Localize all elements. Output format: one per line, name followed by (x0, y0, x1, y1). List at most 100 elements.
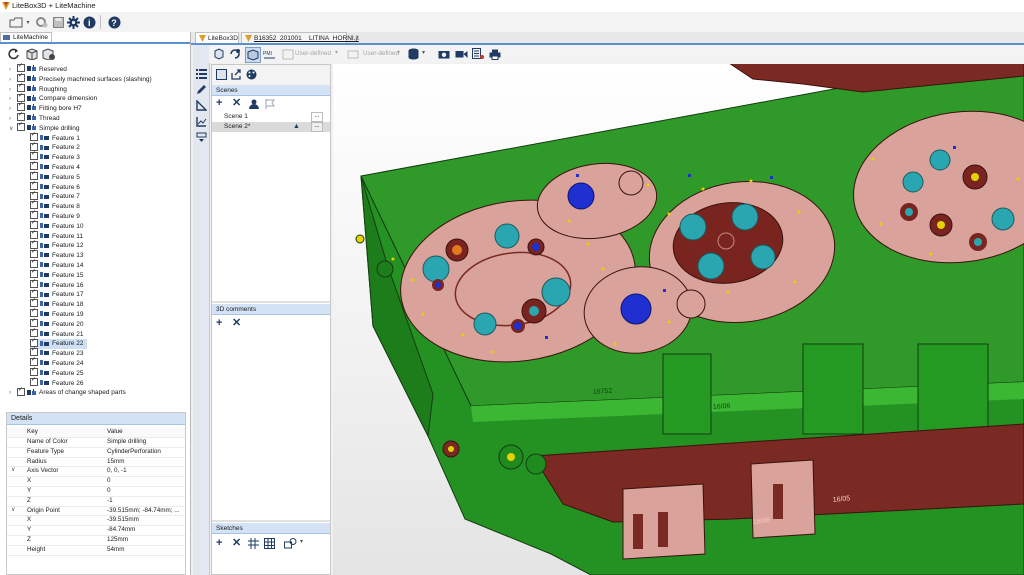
tree-item-feature[interactable]: Feature 20 (30, 317, 83, 330)
tree-item-category[interactable]: › Areas of change shaped parts (9, 386, 126, 399)
checkbox[interactable] (30, 258, 38, 269)
scene-export-button[interactable] (230, 68, 242, 80)
record-button[interactable] (454, 47, 468, 61)
3d-model-render[interactable]: 16/06 16752 16/05 16/06 (333, 64, 1024, 575)
scene-user-button[interactable] (248, 98, 259, 109)
export-button[interactable] (471, 47, 485, 61)
view-preset-2-select[interactable]: User-defined (363, 50, 399, 57)
checkbox[interactable] (30, 190, 38, 200)
pmi-button[interactable] (195, 131, 207, 143)
checkbox[interactable] (30, 160, 38, 171)
checkbox[interactable] (30, 356, 38, 367)
tab-litebox3d[interactable]: LiteBox3D (195, 32, 239, 43)
open-folder-button[interactable] (8, 15, 24, 29)
checkbox[interactable] (30, 199, 38, 210)
info-button[interactable]: i (82, 15, 96, 29)
tree-item-feature[interactable]: Feature 22 (30, 337, 88, 350)
scene-options-button[interactable]: ... (311, 112, 323, 122)
list-view-button[interactable] (195, 67, 207, 79)
checkbox[interactable] (30, 268, 38, 279)
open-dropdown-chevron-icon[interactable]: ▾ (24, 15, 32, 29)
scene-item[interactable]: Scene 1 ... (212, 112, 330, 122)
checkbox[interactable] (17, 101, 25, 112)
fit-view-button[interactable] (212, 47, 226, 61)
delete-sketch-button[interactable]: ✕ (232, 537, 241, 549)
dimension-button[interactable]: PMI (262, 47, 276, 61)
view-preset-1-select[interactable]: User-defined (295, 50, 331, 57)
tree-item-feature[interactable]: Feature 13 (30, 248, 83, 261)
print-button[interactable] (488, 47, 502, 61)
splitter[interactable] (212, 520, 330, 522)
checkbox[interactable] (30, 170, 38, 181)
rotate-view-button[interactable] (228, 47, 242, 61)
tree-item-feature[interactable]: Feature 19 (30, 307, 83, 320)
tree-item-feature[interactable]: Feature 17 (30, 288, 83, 300)
tree-item-feature[interactable]: Feature 12 (30, 239, 83, 251)
add-comment-button[interactable]: + (216, 317, 222, 329)
chevron-right-icon[interactable]: › (9, 389, 17, 399)
view-preset-1-chevron-icon[interactable]: ▾ (335, 49, 338, 56)
checkbox[interactable] (17, 386, 25, 396)
database-button[interactable] (406, 47, 420, 61)
scene-item-selected[interactable]: Scene 2* ▲ ... (212, 122, 330, 132)
tree-item-feature[interactable]: Feature 15 (30, 268, 83, 281)
settings-button[interactable] (66, 15, 80, 29)
tree-item-feature[interactable]: Feature 14 (30, 258, 83, 271)
checkbox[interactable] (17, 92, 25, 102)
sketch-grid2-button[interactable] (264, 538, 275, 549)
scene-palette-button[interactable] (245, 68, 257, 80)
screenshot-button[interactable] (437, 47, 451, 61)
scene-flag-button[interactable] (264, 98, 275, 109)
add-sketch-button[interactable]: + (216, 537, 222, 549)
3d-viewport[interactable]: 16/06 16752 16/05 16/06 (333, 64, 1024, 575)
view-preset-2-chevron-icon[interactable]: ▾ (397, 49, 400, 56)
checkbox[interactable] (30, 248, 38, 259)
chevron-down-icon[interactable]: ∨ (9, 125, 17, 135)
tree-item-feature[interactable]: Feature 26 (30, 376, 83, 389)
litemachine-tab[interactable]: LiteMachine (0, 32, 52, 42)
tree-item-feature[interactable]: Feature 16 (30, 278, 83, 291)
tree-item-feature[interactable]: Feature 18 (30, 297, 83, 310)
checkbox[interactable] (30, 337, 38, 347)
checkbox[interactable] (30, 327, 38, 337)
section-view-button[interactable] (245, 47, 261, 63)
checkbox[interactable] (30, 307, 38, 318)
checkbox[interactable] (17, 62, 25, 73)
sketch-shapes-chevron-icon[interactable]: ▾ (300, 538, 303, 545)
tree-item-category[interactable]: ∨ Simple drilling (9, 121, 79, 135)
scene-up-arrow-icon[interactable]: ▲ (293, 123, 300, 130)
chevron-down-icon[interactable]: ∨ (11, 506, 15, 516)
checkbox[interactable] (30, 288, 38, 298)
add-scene-button[interactable]: + (216, 97, 222, 109)
checkbox[interactable] (17, 72, 25, 83)
chart-button[interactable] (195, 115, 207, 127)
tab-model-file[interactable]: B16352_201001__LITINA_HORNI.jt (241, 32, 359, 43)
settings-gear-small-button[interactable] (34, 15, 48, 29)
delete-scene-button[interactable]: ✕ (232, 97, 241, 109)
checkbox[interactable] (30, 219, 38, 230)
database-chevron-icon[interactable]: ▾ (422, 49, 425, 56)
sketch-grid-button[interactable] (248, 538, 259, 549)
checkbox[interactable] (30, 297, 38, 308)
sketch-shapes-button[interactable] (283, 538, 297, 549)
tree-item-category[interactable]: ›Precisely machined surfaces (slashing) (9, 72, 152, 85)
checkbox[interactable] (30, 141, 38, 151)
help-button[interactable]: ? (107, 15, 121, 29)
tree-item-feature[interactable]: Feature 24 (30, 356, 83, 369)
splitter[interactable] (212, 301, 330, 303)
tree-item-feature[interactable]: Feature 21 (30, 327, 83, 340)
delete-comment-button[interactable]: ✕ (232, 317, 241, 329)
checkbox[interactable] (30, 209, 38, 220)
checkbox[interactable] (30, 229, 38, 239)
checkbox[interactable] (30, 317, 38, 328)
chevron-down-icon[interactable]: ∨ (11, 466, 15, 476)
add-model-button[interactable] (41, 47, 55, 61)
checkbox[interactable] (30, 131, 38, 141)
scene-options-button[interactable]: ... (311, 122, 323, 132)
checkbox[interactable] (30, 278, 38, 288)
tree-item-feature[interactable]: Feature 25 (30, 366, 83, 379)
checkbox[interactable] (30, 366, 38, 377)
pen-button[interactable] (195, 83, 207, 95)
checkbox[interactable] (17, 111, 25, 122)
checkbox[interactable] (17, 82, 25, 92)
